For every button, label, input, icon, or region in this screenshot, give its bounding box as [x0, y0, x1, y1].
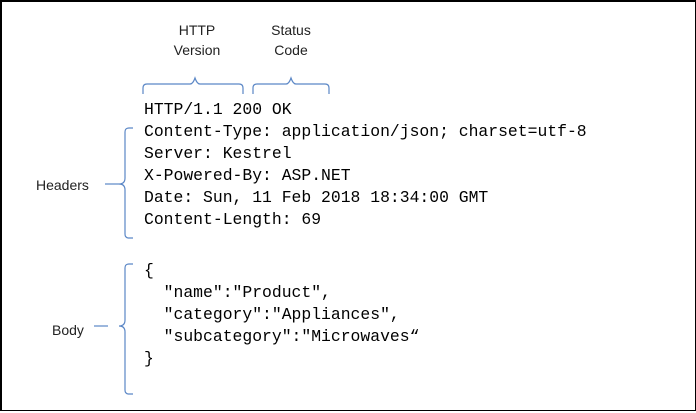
body-line-name: "name":"Product", [144, 283, 331, 302]
http-version-bracket [142, 76, 244, 94]
header-line-server: Server: Kestrel [144, 144, 292, 163]
header-line-content-length: Content-Length: 69 [144, 210, 322, 229]
body-line-close-brace: } [144, 349, 154, 368]
diagram-frame: HTTP Version Status Code Headers Body HT… [0, 0, 696, 411]
headers-bracket [118, 127, 133, 239]
status-code-bracket [252, 76, 330, 94]
header-line-x-powered-by: X-Powered-By: ASP.NET [144, 166, 351, 185]
body-line-open-brace: { [144, 261, 154, 280]
header-line-date: Date: Sun, 11 Feb 2018 18:34:00 GMT [144, 188, 489, 207]
body-line-category: "category":"Appliances", [144, 305, 400, 324]
status-line: HTTP/1.1 200 OK [144, 100, 292, 119]
body-line-subcategory: "subcategory":"Microwaves“ [144, 327, 420, 346]
body-bracket [118, 263, 133, 395]
header-line-content-type: Content-Type: application/json; charset=… [144, 122, 587, 141]
